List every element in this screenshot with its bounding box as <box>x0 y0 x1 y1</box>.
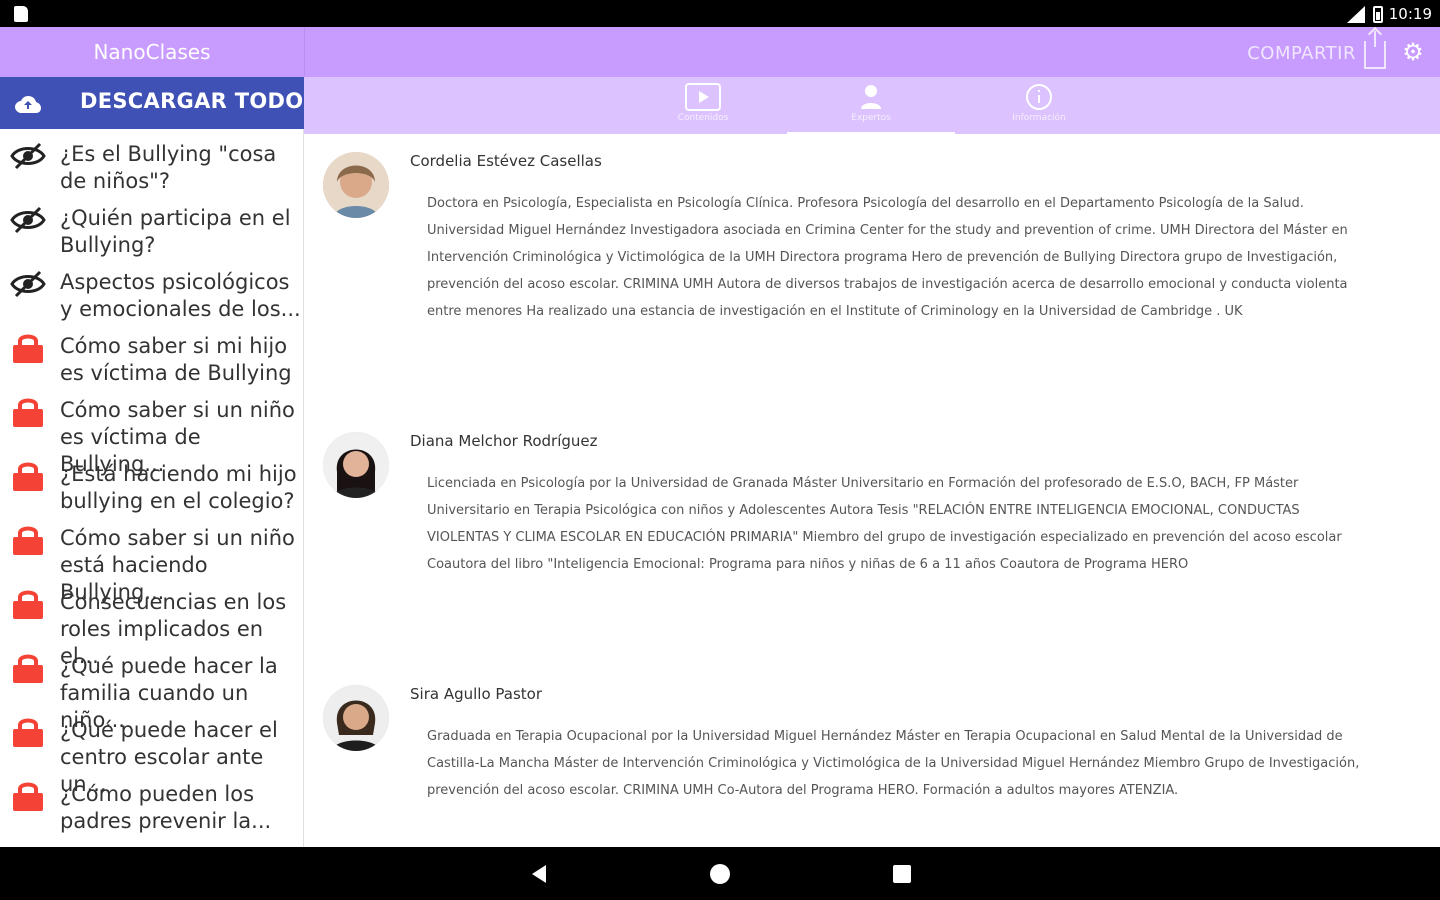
tab-contenidos[interactable]: Contenidos <box>619 77 787 134</box>
expert-bio: Doctora en Psicología, Especialista en P… <box>427 196 1348 319</box>
share-icon <box>1364 31 1386 69</box>
system-nav-bar <box>0 847 1440 900</box>
lesson-item[interactable]: Aspectos psicológicos y emocionales de l… <box>0 257 303 321</box>
eye-slash-icon <box>10 142 46 170</box>
signal-icon <box>1346 5 1367 23</box>
lesson-title: Cómo saber si mi hijo es víctima de Bull… <box>60 334 292 385</box>
tab-label: Expertos <box>851 113 891 123</box>
info-icon <box>1026 84 1052 110</box>
lesson-item[interactable]: Cómo saber si mi hijo es víctima de Bull… <box>0 321 303 385</box>
share-button[interactable]: COMPARTIR <box>1247 31 1386 69</box>
tab-bar: Contenidos Expertos Información <box>304 77 1440 134</box>
app-title: NanoClases <box>93 40 211 64</box>
status-time: 10:19 <box>1388 5 1432 23</box>
tab-informacion[interactable]: Información <box>955 77 1123 134</box>
expert-bio: Licenciada en Psicología por la Universi… <box>427 476 1342 572</box>
battery-icon <box>1372 5 1383 23</box>
lock-icon <box>13 398 43 427</box>
cloud-upload-icon <box>15 96 41 113</box>
home-icon[interactable] <box>707 861 733 887</box>
expert-name: Diana Melchor Rodríguez <box>410 432 598 450</box>
status-bar: 10:19 <box>0 0 1440 27</box>
play-icon <box>685 83 721 111</box>
lesson-item[interactable]: ¿Está haciendo mi hijo bullying en el co… <box>0 449 303 513</box>
tab-expertos[interactable]: Expertos <box>787 77 955 134</box>
lesson-item[interactable]: Consecuencias en los roles implicados en… <box>0 577 303 668</box>
eye-slash-icon <box>10 270 46 298</box>
lesson-title: ¿Es el Bullying "cosa de niños"? <box>60 142 277 193</box>
lesson-item[interactable]: ¿Qué puede hacer la familia cuando un ni… <box>0 641 303 732</box>
expert-name: Cordelia Estévez Casellas <box>410 152 602 170</box>
lesson-item[interactable]: Cómo saber si un niño está haciendo Bull… <box>0 513 303 604</box>
lesson-item[interactable]: Cómo saber si un niño es víctima de Bull… <box>0 385 303 476</box>
eye-slash-icon <box>10 206 46 234</box>
download-all-button[interactable]: DESCARGAR TODO <box>0 77 304 129</box>
back-icon[interactable] <box>526 861 552 887</box>
lock-icon <box>13 334 43 363</box>
download-all-label: DESCARGAR TODO <box>80 89 304 113</box>
lesson-item[interactable]: ¿Qué puede hacer el centro escolar ante … <box>0 705 303 796</box>
lesson-title: ¿Quién participa en el Bullying? <box>60 206 291 257</box>
person-icon <box>861 85 881 109</box>
lesson-title: Aspectos psicológicos y emocionales de l… <box>60 270 301 321</box>
expert-name: Sira Agullo Pastor <box>410 685 542 703</box>
expert-avatar <box>323 685 389 751</box>
lock-icon <box>13 782 43 811</box>
lock-icon <box>13 526 43 555</box>
expert-bio: Graduada en Terapia Ocupacional por la U… <box>427 729 1360 798</box>
lock-icon <box>13 654 43 683</box>
expert-avatar <box>323 432 389 498</box>
lesson-title: ¿Cómo pueden los padres prevenir la... <box>60 782 272 833</box>
settings-gear-icon[interactable]: ⚙ <box>1402 40 1424 64</box>
experts-panel: Cordelia Estévez Casellas Doctora en Psi… <box>305 134 1440 847</box>
lesson-item[interactable]: ¿Cómo pueden los padres prevenir la... <box>0 769 303 833</box>
lesson-title: ¿Está haciendo mi hijo bullying en el co… <box>60 462 297 513</box>
lesson-list: ¿Es el Bullying "cosa de niños"? ¿Quién … <box>0 129 304 847</box>
lesson-item[interactable]: ¿Quién participa en el Bullying? <box>0 193 303 257</box>
app-title-bar: NanoClases <box>0 27 304 77</box>
sd-card-icon <box>14 6 28 22</box>
lock-icon <box>13 718 43 747</box>
tab-label: Información <box>1012 113 1066 123</box>
lock-icon <box>13 590 43 619</box>
main-toolbar: COMPARTIR ⚙ <box>304 27 1440 77</box>
lesson-item[interactable]: ¿Es el Bullying "cosa de niños"? <box>0 129 303 193</box>
recents-icon[interactable] <box>889 861 915 887</box>
share-label: COMPARTIR <box>1247 42 1356 64</box>
expert-avatar <box>323 152 389 218</box>
tab-label: Contenidos <box>677 113 729 123</box>
lock-icon <box>13 462 43 491</box>
